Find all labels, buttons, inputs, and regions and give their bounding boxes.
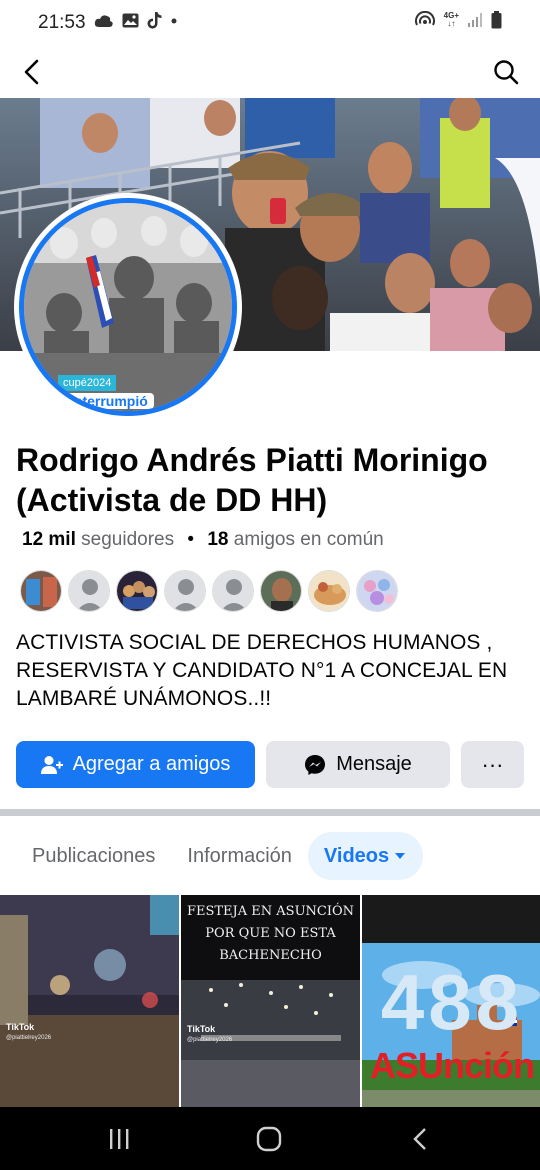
mutual-friend-avatar[interactable] [68, 570, 110, 612]
gallery-icon [122, 13, 139, 28]
mutual-friends-label[interactable]: amigos en común [234, 529, 384, 550]
tiktok-badge: TikTok [6, 1022, 35, 1032]
system-back-button[interactable] [400, 1123, 440, 1155]
app-header [0, 44, 540, 98]
home-icon [256, 1126, 282, 1152]
video-thumbnail[interactable]: TikTok @piattielrey2026 [0, 895, 179, 1107]
recent-apps-icon [110, 1129, 129, 1149]
tab-informacion[interactable]: Información [171, 832, 308, 880]
profile-tabs: Publicaciones Información Videos [16, 832, 424, 880]
video-overlay-number: 488 [380, 958, 524, 1046]
cloud-icon [94, 14, 113, 27]
dot-icon [171, 18, 177, 23]
mutual-friend-avatar[interactable] [356, 570, 398, 612]
tab-videos[interactable]: Videos [307, 832, 424, 880]
message-button[interactable]: Mensaje [266, 741, 450, 788]
profile-bio: ACTIVISTA SOCIAL DE DERECHOS HUMANOS , R… [16, 631, 508, 710]
tiktok-icon [147, 12, 162, 29]
mutual-friend-avatar[interactable] [164, 570, 206, 612]
followers-label[interactable]: seguidores [81, 529, 174, 550]
tiktok-username: @piattielrey2026 [187, 1037, 233, 1043]
mutual-friend-avatar[interactable] [20, 570, 62, 612]
section-divider [0, 809, 540, 816]
mutual-friends-avatars[interactable] [20, 570, 398, 612]
mutual-friend-avatar[interactable] [260, 570, 302, 612]
messenger-icon [305, 754, 326, 775]
battery-icon [491, 11, 502, 29]
video-thumbnail[interactable]: FESTEJA EN ASUNCIÓN POR QUE NO ESTA BACH… [181, 895, 360, 1107]
hotspot-icon [414, 11, 435, 26]
video-thumbnail[interactable]: 488 ASUnción [362, 895, 540, 1107]
video-overlay-word: ASUnción [369, 1045, 535, 1086]
profile-avatar[interactable]: cupé2024 interrumpió [14, 193, 242, 421]
message-label: Mensaje [336, 753, 412, 775]
avatar-ring: cupé2024 interrumpió [19, 198, 237, 416]
tab-publicaciones[interactable]: Publicaciones [16, 832, 171, 880]
video-caption: FESTEJA EN ASUNCIÓN POR QUE NO ESTA BACH… [186, 904, 355, 963]
followers-count[interactable]: 12 mil [22, 529, 76, 550]
network-type: 4G+ ↓↑ [443, 11, 459, 28]
search-button[interactable] [490, 56, 522, 88]
search-icon [494, 60, 519, 85]
mutual-friend-avatar[interactable] [116, 570, 158, 612]
tiktok-badge: TikTok [187, 1024, 216, 1034]
recent-apps-button[interactable] [99, 1123, 139, 1155]
chevron-down-icon [395, 853, 406, 859]
home-button[interactable] [249, 1123, 289, 1155]
profile-stats: 12 mil seguidores • 18 amigos en común [22, 529, 384, 551]
avatar-banner-secondary: interrumpió [64, 393, 154, 409]
add-friend-icon [40, 755, 63, 774]
status-time: 21:53 [38, 12, 86, 33]
status-bar: 21:53 4G+ ↓↑ [0, 0, 540, 44]
profile-name: Rodrigo Andrés Piatti Morinigo (Activist… [16, 442, 488, 518]
add-friend-button[interactable]: Agregar a amigos [16, 741, 255, 788]
mutual-friend-avatar[interactable] [212, 570, 254, 612]
back-chevron-icon [413, 1128, 426, 1150]
back-arrow-icon [24, 59, 39, 85]
add-friend-label: Agregar a amigos [72, 753, 231, 775]
back-button[interactable] [16, 56, 48, 88]
system-icons: 4G+ ↓↑ [414, 11, 502, 29]
tiktok-username: @piattielrey2026 [6, 1035, 52, 1041]
notification-icons [94, 12, 178, 29]
more-options-button[interactable]: ··· [461, 741, 524, 788]
mutual-friend-avatar[interactable] [308, 570, 350, 612]
signal-icon [468, 13, 482, 27]
mutual-friends-count[interactable]: 18 [207, 529, 228, 550]
system-nav-bar [0, 1107, 540, 1170]
separator-dot: • [187, 529, 195, 550]
more-options-icon: ··· [481, 751, 504, 777]
avatar-banner: cupé2024 [58, 375, 117, 391]
